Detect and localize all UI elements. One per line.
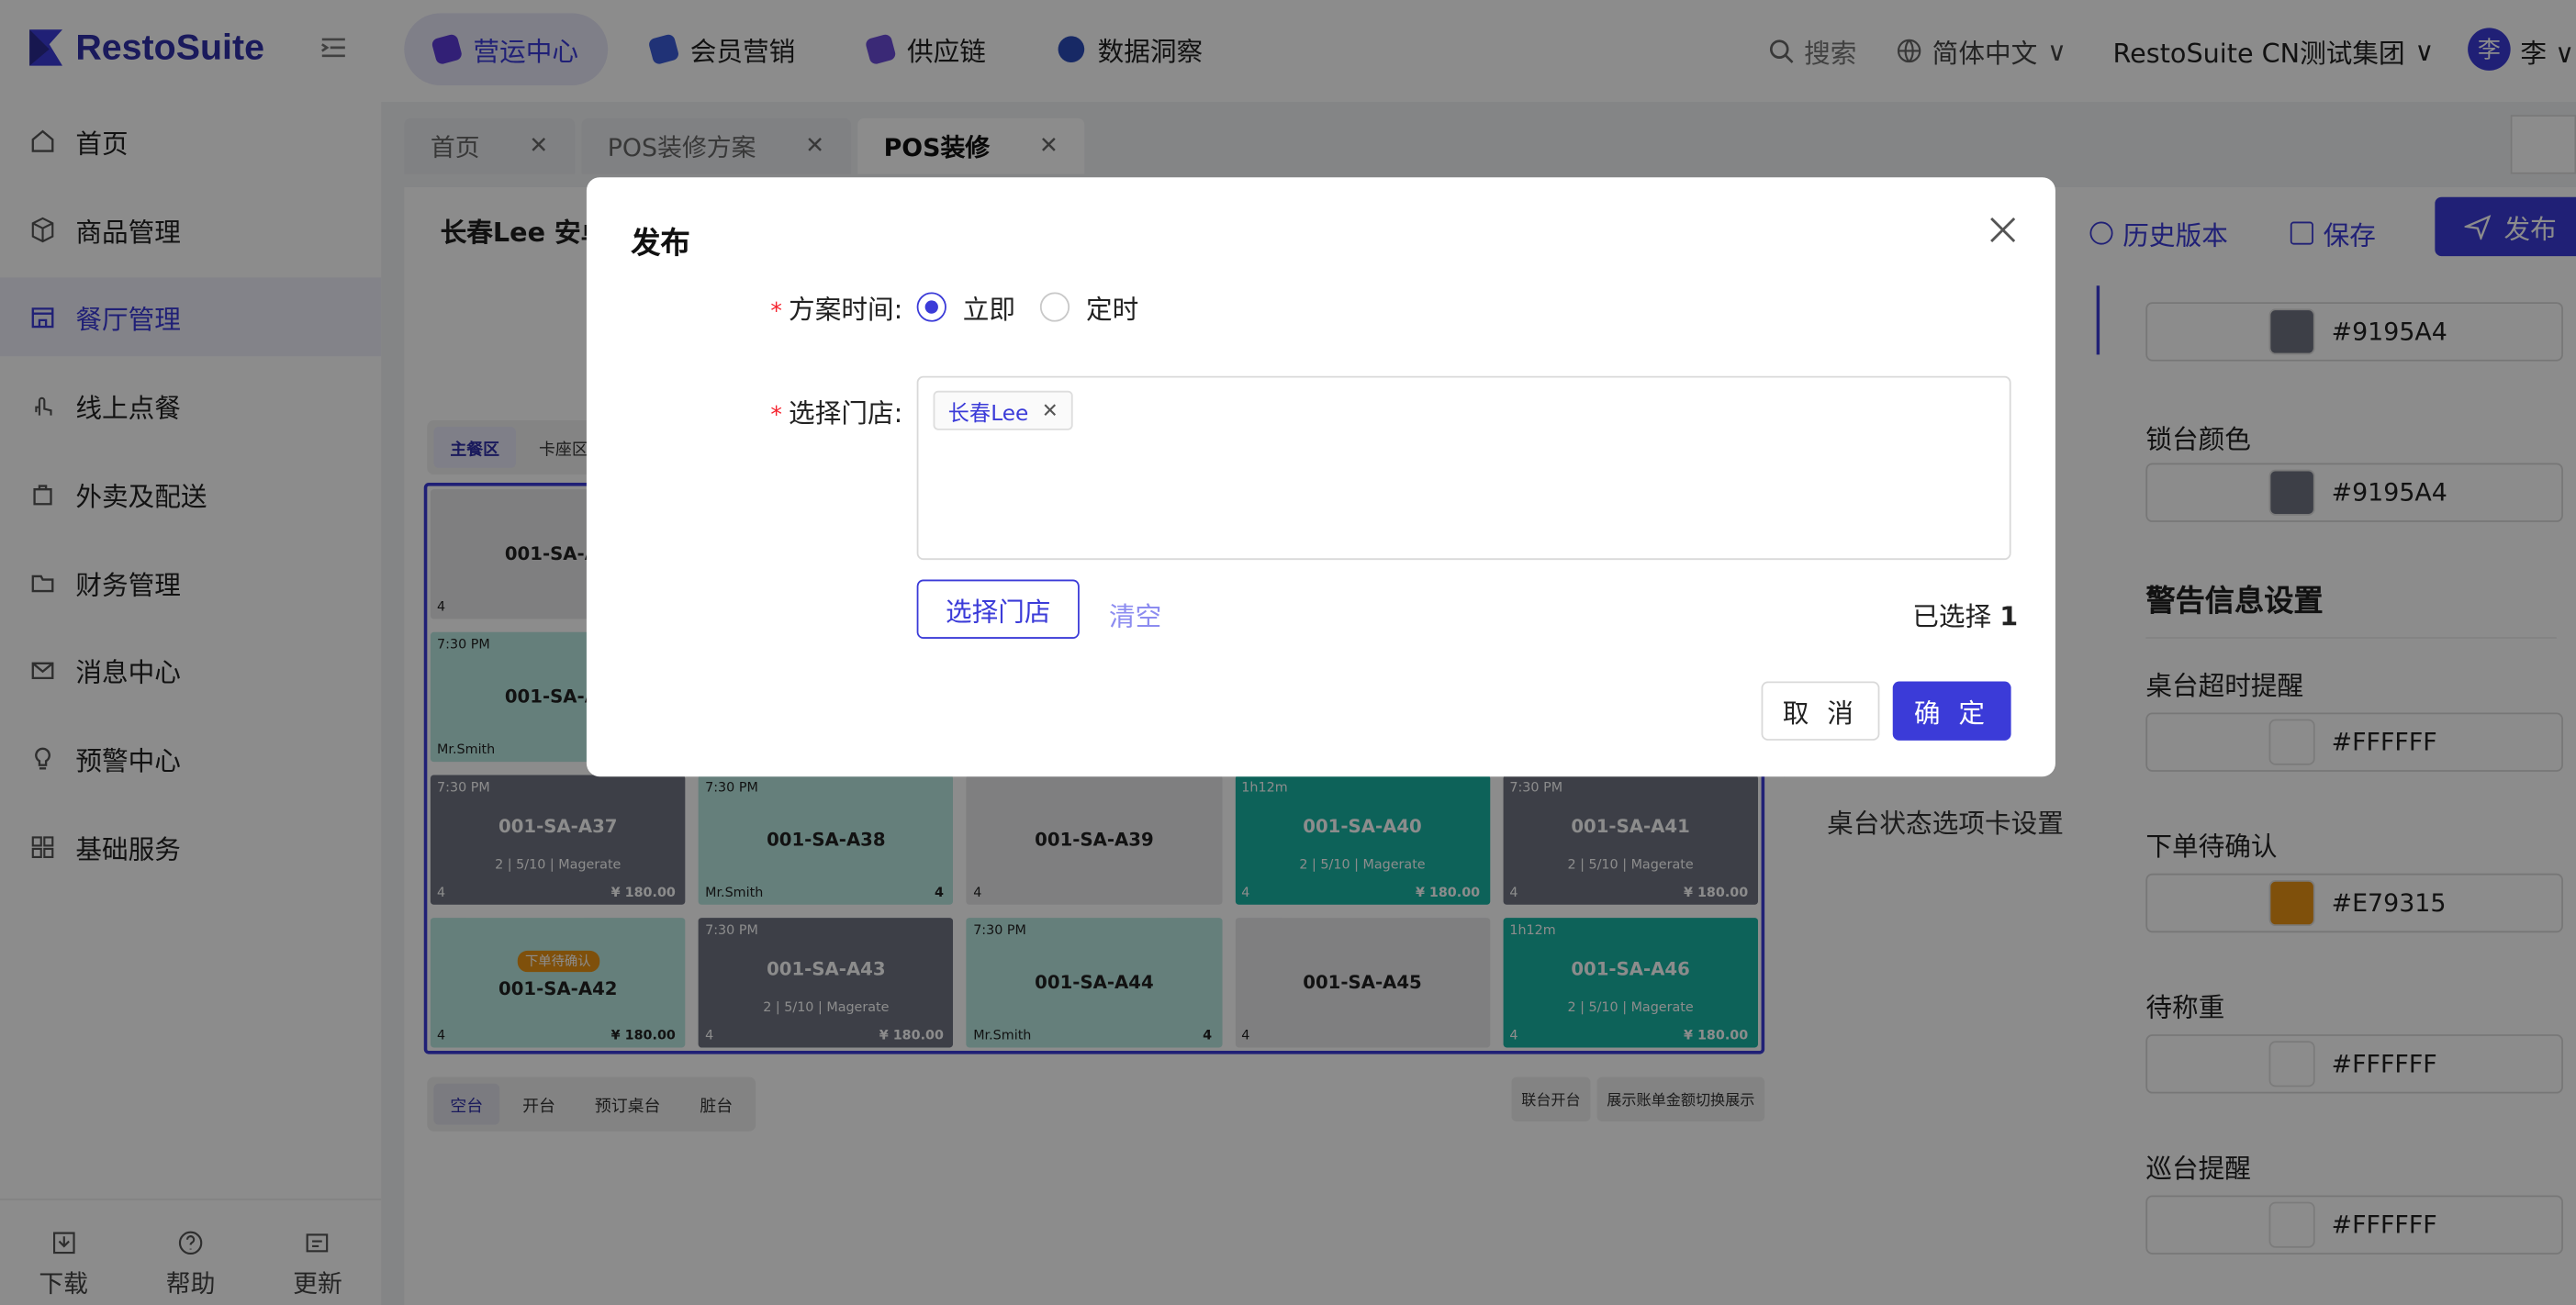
selected-stores-box[interactable]: 长春Lee ✕ bbox=[916, 375, 2011, 561]
store-tag: 长春Lee ✕ bbox=[933, 390, 1073, 430]
publish-modal: 发布 * 方案时间: 立即 定时 * 选择门店: 长春Lee ✕ 选择门店 清空 已选… bbox=[586, 177, 2055, 777]
required-mark: * bbox=[770, 402, 782, 429]
required-mark: * bbox=[770, 298, 782, 326]
modal-title: 发布 bbox=[631, 226, 690, 262]
selected-count: 已选择 1 bbox=[1912, 595, 2018, 634]
radio-label: 定时 bbox=[1085, 294, 1139, 326]
app-root: RestoSuite 营运中心 会员营销 供应链 数据洞察 搜索 简体中文 ∨ … bbox=[0, 0, 2576, 1305]
clear-button[interactable]: 清空 bbox=[1109, 595, 1161, 634]
confirm-button[interactable]: 确 定 bbox=[1892, 681, 2011, 741]
time-label: * 方案时间: bbox=[770, 287, 902, 327]
selected-prefix: 已选择 bbox=[1912, 600, 1992, 632]
radio-immediate[interactable]: 立即 bbox=[916, 287, 1016, 327]
store-label: * 选择门店: bbox=[770, 391, 902, 430]
selected-count-number: 1 bbox=[1999, 600, 2019, 632]
time-label-text: 方案时间: bbox=[789, 294, 903, 326]
cancel-button[interactable]: 取 消 bbox=[1761, 681, 1880, 741]
radio-label: 立即 bbox=[962, 294, 1016, 326]
select-store-button[interactable]: 选择门店 bbox=[916, 579, 1080, 639]
radio-dot-checked bbox=[916, 292, 946, 322]
close-icon[interactable]: ✕ bbox=[1042, 399, 1058, 422]
store-tag-label: 长春Lee bbox=[947, 401, 1029, 427]
close-icon[interactable] bbox=[1987, 214, 2020, 247]
radio-dot bbox=[1039, 292, 1070, 322]
store-label-text: 选择门店: bbox=[789, 396, 903, 429]
radio-scheduled[interactable]: 定时 bbox=[1039, 287, 1139, 327]
